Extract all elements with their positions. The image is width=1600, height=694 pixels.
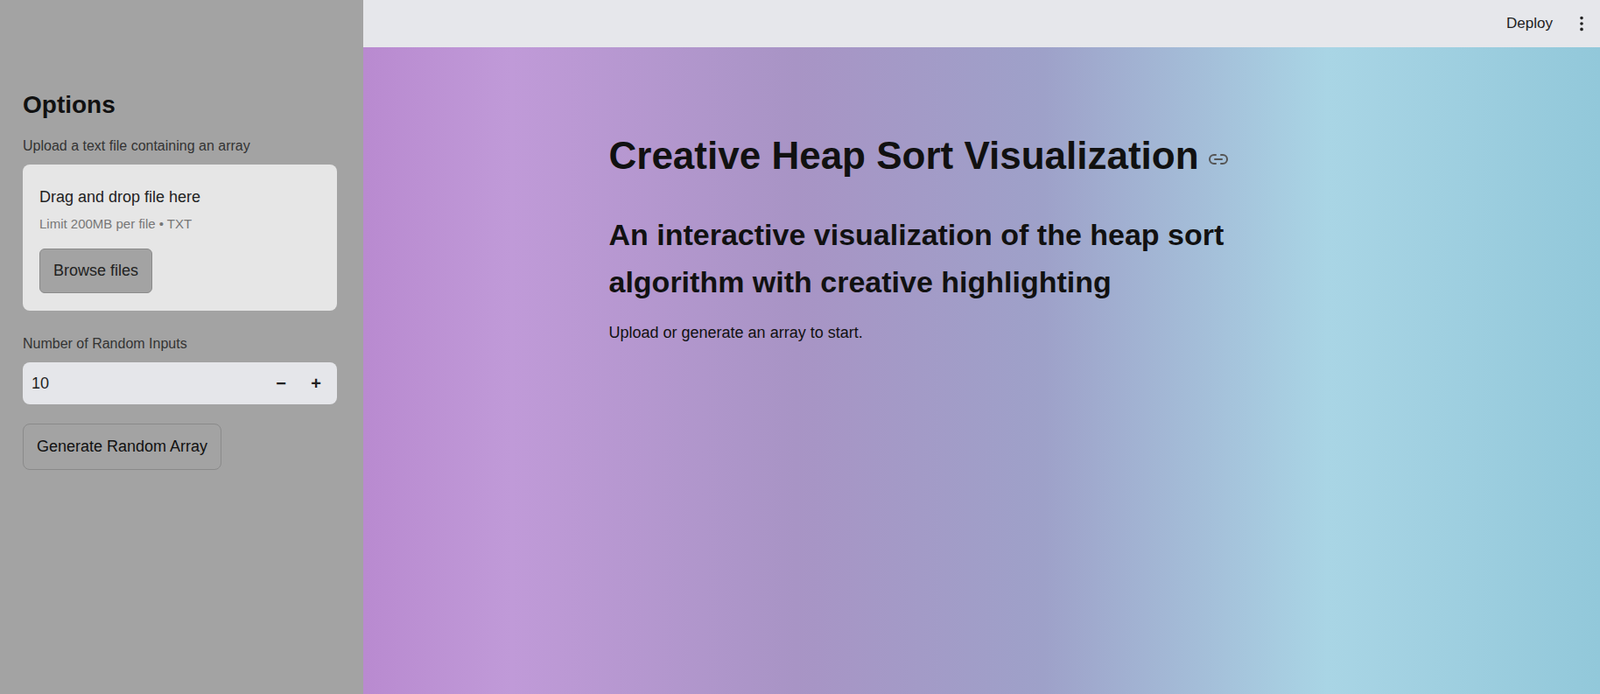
info-text: Upload or generate an array to start. xyxy=(609,321,1355,345)
title-row: Creative Heap Sort Visualization xyxy=(609,131,1355,180)
browse-files-button[interactable]: Browse files xyxy=(39,248,153,294)
menu-icon[interactable] xyxy=(1571,14,1592,34)
upload-limit: Limit 200MB per file • TXT xyxy=(39,214,321,235)
sidebar-title: Options xyxy=(22,89,341,120)
number-input-label: Number of Random Inputs xyxy=(22,333,341,355)
file-uploader[interactable]: Drag and drop file here Limit 200MB per f… xyxy=(22,164,337,311)
decrement-button[interactable]: − xyxy=(263,370,299,397)
top-bar: Deploy xyxy=(363,0,1600,48)
main-area: Deploy Creative Heap Sort Visualization An… xyxy=(363,0,1600,694)
uploader-label: Upload a text file containing an array xyxy=(22,135,341,157)
increment-button[interactable]: + xyxy=(298,370,334,397)
number-input-field[interactable] xyxy=(22,371,264,396)
page-title: Creative Heap Sort Visualization xyxy=(609,131,1200,180)
main-content: Creative Heap Sort Visualization An inter… xyxy=(609,47,1355,345)
number-input: −+ xyxy=(22,362,337,405)
sidebar: Options Upload a text file containing an … xyxy=(0,0,364,694)
drop-text: Drag and drop file here xyxy=(39,185,321,210)
deploy-button[interactable]: Deploy xyxy=(1502,12,1557,36)
page-subtitle: An interactive visualization of the heap… xyxy=(609,210,1336,306)
app: Options Upload a text file containing an … xyxy=(0,0,1600,694)
generate-random-array-button[interactable]: Generate Random Array xyxy=(22,423,222,471)
anchor-link-icon[interactable] xyxy=(1207,148,1229,170)
